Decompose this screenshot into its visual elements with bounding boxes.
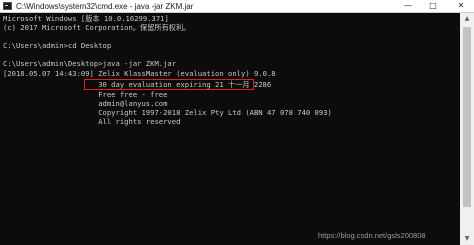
cmd-window: C:\Windows\system32\cmd.exe - java -jar …: [0, 0, 474, 245]
console-line-zkm-banner: [2018.05.07 14:43:09] Zelix KlassMaster …: [3, 69, 276, 78]
window-title: C:\Windows\system32\cmd.exe - java -jar …: [16, 2, 194, 11]
scroll-up-arrow-icon[interactable]: ▲: [460, 13, 474, 25]
console-line-rights: All rights reserved: [3, 117, 181, 126]
console-line-cd-command: C:\Users\admin>cd Desktop: [3, 41, 112, 50]
cmd-icon: [3, 2, 12, 10]
watermark-url: https://blog.csdn.net/gsls200808: [318, 231, 426, 240]
maximize-button[interactable]: □: [421, 0, 445, 12]
console-line-copyright-zelix: Copyright 1997-2018 Zelix Pty Ltd (ABN 4…: [3, 108, 332, 117]
console-line-copyright: (c) 2017 Microsoft Corporation。保留所有权利。: [3, 23, 191, 32]
console-line-license-name: Free free - free: [3, 90, 168, 99]
title-bar[interactable]: C:\Windows\system32\cmd.exe - java -jar …: [0, 0, 474, 13]
console-line-license-email: admin@lanyus.com: [3, 99, 168, 108]
minimize-button[interactable]: —: [396, 0, 420, 12]
console-line-version: Microsoft Windows [版本 10.0.16299.371]: [3, 14, 169, 23]
scrollbar-thumb[interactable]: [463, 27, 471, 207]
evaluation-highlight-box: [84, 79, 254, 90]
scroll-down-arrow-icon[interactable]: ▼: [460, 233, 474, 245]
vertical-scrollbar[interactable]: ▲ ▼: [460, 13, 474, 245]
console-line-java-command: C:\Users\admin\Desktop>java -jar ZKM.jar: [3, 59, 177, 68]
close-button[interactable]: ✕: [448, 0, 474, 12]
console-output[interactable]: Microsoft Windows [版本 10.0.16299.371] (c…: [0, 13, 460, 245]
